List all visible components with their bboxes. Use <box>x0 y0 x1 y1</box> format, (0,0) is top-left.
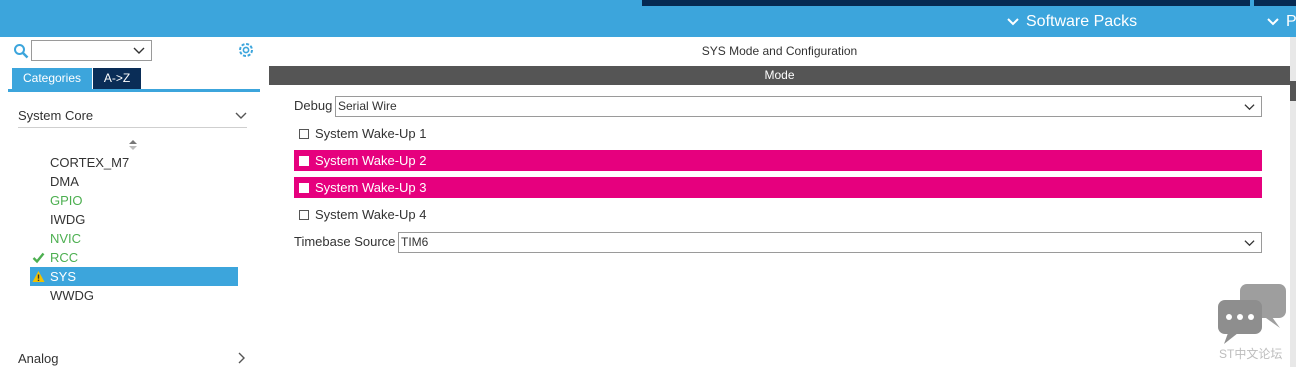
wakeup-4-label: System Wake-Up 4 <box>315 207 427 222</box>
list-item-label: RCC <box>50 250 79 265</box>
wakeup-3-checkbox[interactable] <box>299 182 309 193</box>
sort-icon[interactable] <box>128 139 138 151</box>
chevron-down-icon <box>1244 240 1255 247</box>
section-system-core[interactable]: System Core <box>18 103 247 128</box>
section-analog-label: Analog <box>18 350 59 366</box>
next-menu-label: P <box>1286 13 1296 30</box>
chevron-down-icon <box>235 112 247 119</box>
timebase-source-label: Timebase Source <box>294 234 396 249</box>
list-item-label: DMA <box>50 174 79 189</box>
section-system-core-label: System Core <box>18 107 94 123</box>
list-item-gpio[interactable]: GPIO <box>30 191 238 210</box>
wakeup-1-checkbox[interactable] <box>299 128 309 139</box>
software-packs-menu[interactable]: Software Packs <box>1006 11 1137 33</box>
list-item-nvic[interactable]: NVIC <box>30 229 238 248</box>
list-item-rcc[interactable]: RCC <box>30 248 238 267</box>
wakeup-2-checkbox[interactable] <box>299 155 309 166</box>
list-item-sys[interactable]: SYS <box>30 267 238 286</box>
wakeup-2-label: System Wake-Up 2 <box>315 153 427 168</box>
watermark-text: ST中文论坛 <box>1219 347 1283 361</box>
component-list: CORTEX_M7 DMA GPIO IWDG NVIC RCC SYS WWD… <box>30 153 238 305</box>
list-item-label: WWDG <box>50 288 95 303</box>
list-item-wwdg[interactable]: WWDG <box>30 286 238 305</box>
wakeup-3-label: System Wake-Up 3 <box>315 180 427 195</box>
next-menu[interactable]: P <box>1266 11 1296 33</box>
list-item-label: GPIO <box>50 193 83 208</box>
tab-categories[interactable]: Categories <box>12 68 92 89</box>
timebase-source-select[interactable]: TIM6 <box>398 232 1262 253</box>
wakeup-4-row[interactable]: System Wake-Up 4 <box>294 204 1262 225</box>
tab-underline <box>8 89 260 92</box>
search-input[interactable] <box>31 40 152 61</box>
debug-select[interactable]: Serial Wire <box>335 96 1262 117</box>
list-item-label: CORTEX_M7 <box>50 155 130 170</box>
wakeup-1-row[interactable]: System Wake-Up 1 <box>294 123 1262 144</box>
chevron-down-icon <box>133 47 145 54</box>
tab-a-z[interactable]: A->Z <box>93 68 141 89</box>
warning-icon <box>32 271 45 282</box>
gear-icon[interactable] <box>237 41 255 59</box>
debug-label: Debug <box>294 98 333 113</box>
page-title: SYS Mode and Configuration <box>701 44 858 58</box>
main-scrollbar[interactable] <box>1290 37 1296 367</box>
wakeup-2-row[interactable]: System Wake-Up 2 <box>294 150 1262 171</box>
search-icon[interactable] <box>13 43 29 59</box>
checkmark-icon <box>32 252 45 264</box>
list-item-label: SYS <box>50 269 77 284</box>
debug-select-value: Serial Wire <box>338 99 397 113</box>
list-item-dma[interactable]: DMA <box>30 172 238 191</box>
chevron-down-icon <box>1007 18 1019 26</box>
next-tab-strip <box>1254 0 1296 6</box>
wakeup-1-label: System Wake-Up 1 <box>315 126 427 141</box>
active-tab-strip <box>642 0 1250 6</box>
section-analog[interactable]: Analog <box>18 346 247 370</box>
wakeup-4-checkbox[interactable] <box>299 209 309 220</box>
chevron-right-icon <box>238 352 245 364</box>
list-item-label: NVIC <box>50 231 82 246</box>
mode-section-header[interactable]: Mode <box>269 66 1290 85</box>
timebase-source-value: TIM6 <box>401 235 429 249</box>
list-item-cortex-m7[interactable]: CORTEX_M7 <box>30 153 238 172</box>
software-packs-label: Software Packs <box>1026 13 1138 30</box>
scroll-arrow[interactable] <box>1290 81 1296 101</box>
list-item-label: IWDG <box>50 212 86 227</box>
chevron-down-icon <box>1267 18 1279 26</box>
chevron-down-icon <box>1244 104 1255 111</box>
list-item-iwdg[interactable]: IWDG <box>30 210 238 229</box>
wakeup-3-row[interactable]: System Wake-Up 3 <box>294 177 1262 198</box>
